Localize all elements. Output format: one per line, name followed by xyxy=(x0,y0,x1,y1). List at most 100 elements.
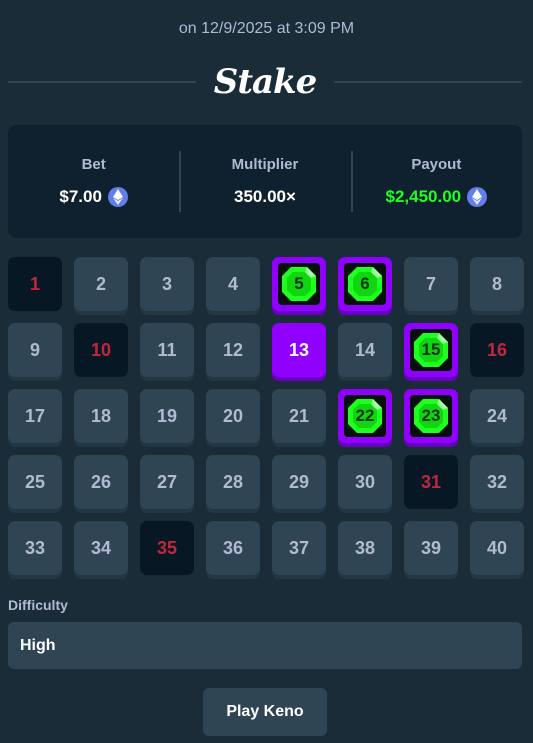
keno-tile-22[interactable]: 22 xyxy=(338,389,392,443)
tile-number: 10 xyxy=(90,339,112,360)
payout-value: $2,450.00 xyxy=(385,187,462,206)
multiplier-stat: Multiplier 350.00× xyxy=(179,125,350,238)
keno-tile-35[interactable]: 35 xyxy=(140,521,194,575)
brand-row: Stake xyxy=(8,62,523,102)
keno-tile-36[interactable]: 36 xyxy=(206,521,260,575)
tile-number: 32 xyxy=(486,471,508,492)
keno-tile-14[interactable]: 14 xyxy=(338,323,392,377)
keno-tile-6[interactable]: 6 xyxy=(338,257,392,311)
payout-amount: $2,450.00 xyxy=(386,187,488,207)
keno-tile-37[interactable]: 37 xyxy=(272,521,326,575)
keno-tile-32[interactable]: 32 xyxy=(470,455,524,509)
keno-tile-5[interactable]: 5 xyxy=(272,257,326,311)
keno-tile-16[interactable]: 16 xyxy=(470,323,524,377)
tile-number: 8 xyxy=(491,273,502,294)
keno-tile-24[interactable]: 24 xyxy=(470,389,524,443)
tile-number: 28 xyxy=(222,471,244,492)
gem-icon: 6 xyxy=(344,263,386,305)
tile-number: 15 xyxy=(421,340,441,359)
tile-number: 24 xyxy=(486,405,508,426)
tile-number: 5 xyxy=(294,274,304,293)
multiplier-label: Multiplier xyxy=(231,156,299,173)
tile-number: 21 xyxy=(288,405,310,426)
gem-icon: 23 xyxy=(410,395,452,437)
tile-number: 29 xyxy=(288,471,310,492)
difficulty-label: Difficulty xyxy=(8,597,68,613)
bet-stat: Bet $7.00 xyxy=(8,125,179,238)
bet-summary-panel: Bet $7.00 Multiplier 350.00× Payout $2,4… xyxy=(8,125,522,238)
keno-tile-25[interactable]: 25 xyxy=(8,455,62,509)
tile-number: 14 xyxy=(354,339,376,360)
tile-number: 30 xyxy=(354,471,376,492)
keno-tile-4[interactable]: 4 xyxy=(206,257,260,311)
tile-number: 26 xyxy=(90,471,112,492)
divider-left xyxy=(8,81,196,83)
bet-timestamp: on 12/9/2025 at 3:09 PM xyxy=(178,20,355,37)
tile-number: 16 xyxy=(486,339,508,360)
difficulty-select[interactable]: High xyxy=(8,622,522,669)
keno-tile-15[interactable]: 15 xyxy=(404,323,458,377)
tile-number: 39 xyxy=(420,537,442,558)
play-keno-button[interactable]: Play Keno xyxy=(203,688,327,736)
keno-tile-18[interactable]: 18 xyxy=(74,389,128,443)
tile-number: 4 xyxy=(227,273,238,294)
tile-number: 12 xyxy=(222,339,244,360)
keno-tile-27[interactable]: 27 xyxy=(140,455,194,509)
tile-number: 22 xyxy=(355,406,375,425)
tile-number: 23 xyxy=(421,406,441,425)
tile-number: 40 xyxy=(486,537,508,558)
gem-icon: 22 xyxy=(344,395,386,437)
keno-tile-29[interactable]: 29 xyxy=(272,455,326,509)
keno-tile-30[interactable]: 30 xyxy=(338,455,392,509)
keno-board: 1 2 3 4 5 6 7 8 9 10 11 12 13 14 15 16 17 18 19 20 21 22 23 24 2… xyxy=(8,257,524,575)
tile-number: 35 xyxy=(156,537,178,558)
tile-number: 31 xyxy=(420,471,442,492)
keno-tile-40[interactable]: 40 xyxy=(470,521,524,575)
tile-number: 9 xyxy=(29,339,40,360)
bet-value: $7.00 xyxy=(59,187,102,206)
keno-tile-12[interactable]: 12 xyxy=(206,323,260,377)
keno-tile-31[interactable]: 31 xyxy=(404,455,458,509)
tile-number: 7 xyxy=(425,273,436,294)
keno-tile-19[interactable]: 19 xyxy=(140,389,194,443)
tile-number: 34 xyxy=(90,537,112,558)
tile-number: 2 xyxy=(95,273,106,294)
bet-amount: $7.00 xyxy=(59,187,128,207)
keno-tile-23[interactable]: 23 xyxy=(404,389,458,443)
keno-tile-1[interactable]: 1 xyxy=(8,257,62,311)
keno-tile-10[interactable]: 10 xyxy=(74,323,128,377)
keno-tile-2[interactable]: 2 xyxy=(74,257,128,311)
keno-tile-9[interactable]: 9 xyxy=(8,323,62,377)
tile-number: 36 xyxy=(222,537,244,558)
tile-number: 3 xyxy=(161,273,172,294)
keno-tile-20[interactable]: 20 xyxy=(206,389,260,443)
keno-tile-26[interactable]: 26 xyxy=(74,455,128,509)
stake-logo: Stake xyxy=(213,62,317,102)
gem-icon: 15 xyxy=(410,329,452,371)
tile-number: 37 xyxy=(288,537,310,558)
keno-tile-39[interactable]: 39 xyxy=(404,521,458,575)
tile-number: 13 xyxy=(288,339,310,360)
tile-number: 6 xyxy=(360,274,370,293)
keno-tile-34[interactable]: 34 xyxy=(74,521,128,575)
keno-tile-33[interactable]: 33 xyxy=(8,521,62,575)
keno-tile-21[interactable]: 21 xyxy=(272,389,326,443)
keno-tile-28[interactable]: 28 xyxy=(206,455,260,509)
tile-number: 27 xyxy=(156,471,178,492)
keno-tile-8[interactable]: 8 xyxy=(470,257,524,311)
ethereum-icon xyxy=(467,187,488,207)
tile-number: 38 xyxy=(354,537,376,558)
keno-tile-17[interactable]: 17 xyxy=(8,389,62,443)
tile-number: 1 xyxy=(29,273,40,294)
payout-label: Payout xyxy=(411,156,462,173)
gem-icon: 5 xyxy=(278,263,320,305)
keno-tile-13[interactable]: 13 xyxy=(272,323,326,377)
keno-tile-7[interactable]: 7 xyxy=(404,257,458,311)
keno-tile-3[interactable]: 3 xyxy=(140,257,194,311)
tile-number: 17 xyxy=(24,405,46,426)
keno-tile-38[interactable]: 38 xyxy=(338,521,392,575)
divider-right xyxy=(334,81,523,83)
keno-tile-11[interactable]: 11 xyxy=(140,323,194,377)
tile-number: 11 xyxy=(157,339,177,360)
payout-stat: Payout $2,450.00 xyxy=(350,125,522,238)
